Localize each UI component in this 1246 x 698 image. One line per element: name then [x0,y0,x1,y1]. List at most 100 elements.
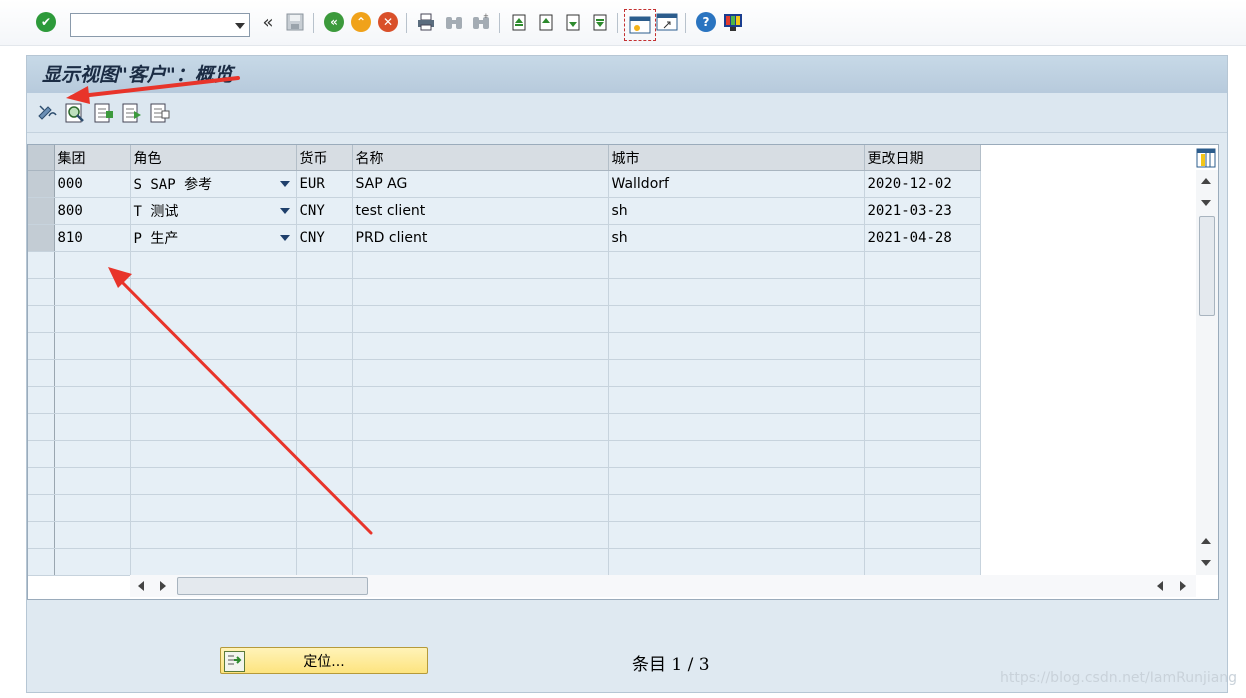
cell-city[interactable] [608,386,865,414]
cell-client[interactable] [54,332,131,360]
scroll-far-left-icon[interactable] [1157,581,1163,591]
row-selector[interactable] [28,359,55,387]
cell-client[interactable] [54,359,131,387]
row-selector[interactable] [28,386,55,414]
horizontal-scroll-thumb[interactable] [177,577,368,595]
shortcut-icon[interactable] [656,11,678,33]
cell-city[interactable] [608,332,865,360]
cell-city[interactable] [608,251,865,279]
row-selector[interactable] [28,413,55,441]
cell-city[interactable] [608,359,865,387]
help-icon[interactable]: ? [695,11,717,33]
cell-role[interactable]: T 测试 [130,197,297,225]
cell-city[interactable] [608,548,865,576]
cell-city[interactable]: sh [608,224,865,252]
cell-role[interactable] [130,386,297,414]
last-page-icon[interactable] [589,11,611,33]
scroll-up-icon[interactable] [1201,200,1211,206]
scroll-far-right-icon[interactable] [1180,581,1186,591]
row-selector[interactable] [28,494,55,522]
cancel-icon[interactable]: ✕ [377,11,399,33]
cell-client[interactable]: 800 [54,197,131,225]
deselect-all-icon[interactable] [149,102,171,124]
row-selector[interactable] [28,332,55,360]
row-selector[interactable] [28,251,55,279]
cell-city[interactable] [608,521,865,549]
row-selector[interactable] [28,467,55,495]
cell-client[interactable] [54,467,131,495]
display-change-icon[interactable] [36,102,58,124]
cell-name[interactable] [352,332,609,360]
cell-client[interactable] [54,440,131,468]
cell-client[interactable] [54,386,131,414]
cell-name[interactable] [352,413,609,441]
cell-name[interactable] [352,359,609,387]
scroll-down-icon[interactable] [1201,560,1211,566]
cell-name[interactable]: SAP AG [352,170,609,198]
role-dropdown-icon[interactable] [279,181,290,187]
cell-name[interactable] [352,305,609,333]
cell-currency[interactable] [296,413,353,441]
cell-city[interactable]: Walldorf [608,170,865,198]
cell-role[interactable] [130,332,297,360]
cell-role[interactable]: P 生产 [130,224,297,252]
cell-city[interactable] [608,305,865,333]
vertical-scroll-thumb[interactable] [1199,216,1215,316]
cell-role[interactable] [130,278,297,306]
scroll-right-icon[interactable] [160,581,166,591]
first-page-icon[interactable] [508,11,530,33]
column-header-changed[interactable]: 更改日期 [864,145,981,171]
cell-client[interactable] [54,251,131,279]
cell-client[interactable] [54,278,131,306]
cell-name[interactable] [352,467,609,495]
cell-client[interactable]: 810 [54,224,131,252]
back-icon[interactable]: « [323,11,345,33]
collapse-left-icon[interactable]: « [257,11,279,33]
cell-role[interactable] [130,467,297,495]
cell-name[interactable] [352,494,609,522]
cell-name[interactable] [352,548,609,576]
cell-currency[interactable]: CNY [296,197,353,225]
cell-currency[interactable] [296,494,353,522]
cell-currency[interactable] [296,305,353,333]
cell-currency[interactable] [296,467,353,495]
cell-client[interactable] [54,305,131,333]
cell-currency[interactable]: CNY [296,224,353,252]
cell-role[interactable] [130,413,297,441]
column-header-client[interactable]: 集团 [54,145,131,171]
cell-currency[interactable]: EUR [296,170,353,198]
cell-client[interactable] [54,521,131,549]
cell-currency[interactable] [296,251,353,279]
cell-role[interactable] [130,521,297,549]
column-header-role[interactable]: 角色 [130,145,297,171]
cell-currency[interactable] [296,278,353,306]
print-icon[interactable] [415,11,437,33]
locate-button[interactable]: 定位... [220,647,428,674]
cell-currency[interactable] [296,548,353,576]
role-dropdown-icon[interactable] [279,208,290,214]
cell-city[interactable] [608,413,865,441]
select-all-cell[interactable] [28,145,55,171]
cell-city[interactable] [608,467,865,495]
cell-role[interactable] [130,494,297,522]
cell-role[interactable]: S SAP 参考 [130,170,297,198]
column-header-city[interactable]: 城市 [608,145,865,171]
enter-check-icon[interactable]: ✔ [35,11,57,33]
cell-role[interactable] [130,305,297,333]
cell-name[interactable]: test client [352,197,609,225]
cell-role[interactable] [130,251,297,279]
cell-client[interactable] [54,494,131,522]
cell-name[interactable] [352,251,609,279]
cell-client[interactable]: 000 [54,170,131,198]
scroll-left-icon[interactable] [138,581,144,591]
find-next-icon[interactable]: + [470,11,492,33]
row-selector[interactable] [28,548,55,576]
command-field[interactable] [70,13,250,37]
cell-currency[interactable] [296,359,353,387]
cell-city[interactable] [608,440,865,468]
cell-city[interactable] [608,494,865,522]
row-selector[interactable] [28,197,55,225]
row-selector[interactable] [28,170,55,198]
command-dropdown-icon[interactable] [235,23,245,29]
cell-currency[interactable] [296,521,353,549]
